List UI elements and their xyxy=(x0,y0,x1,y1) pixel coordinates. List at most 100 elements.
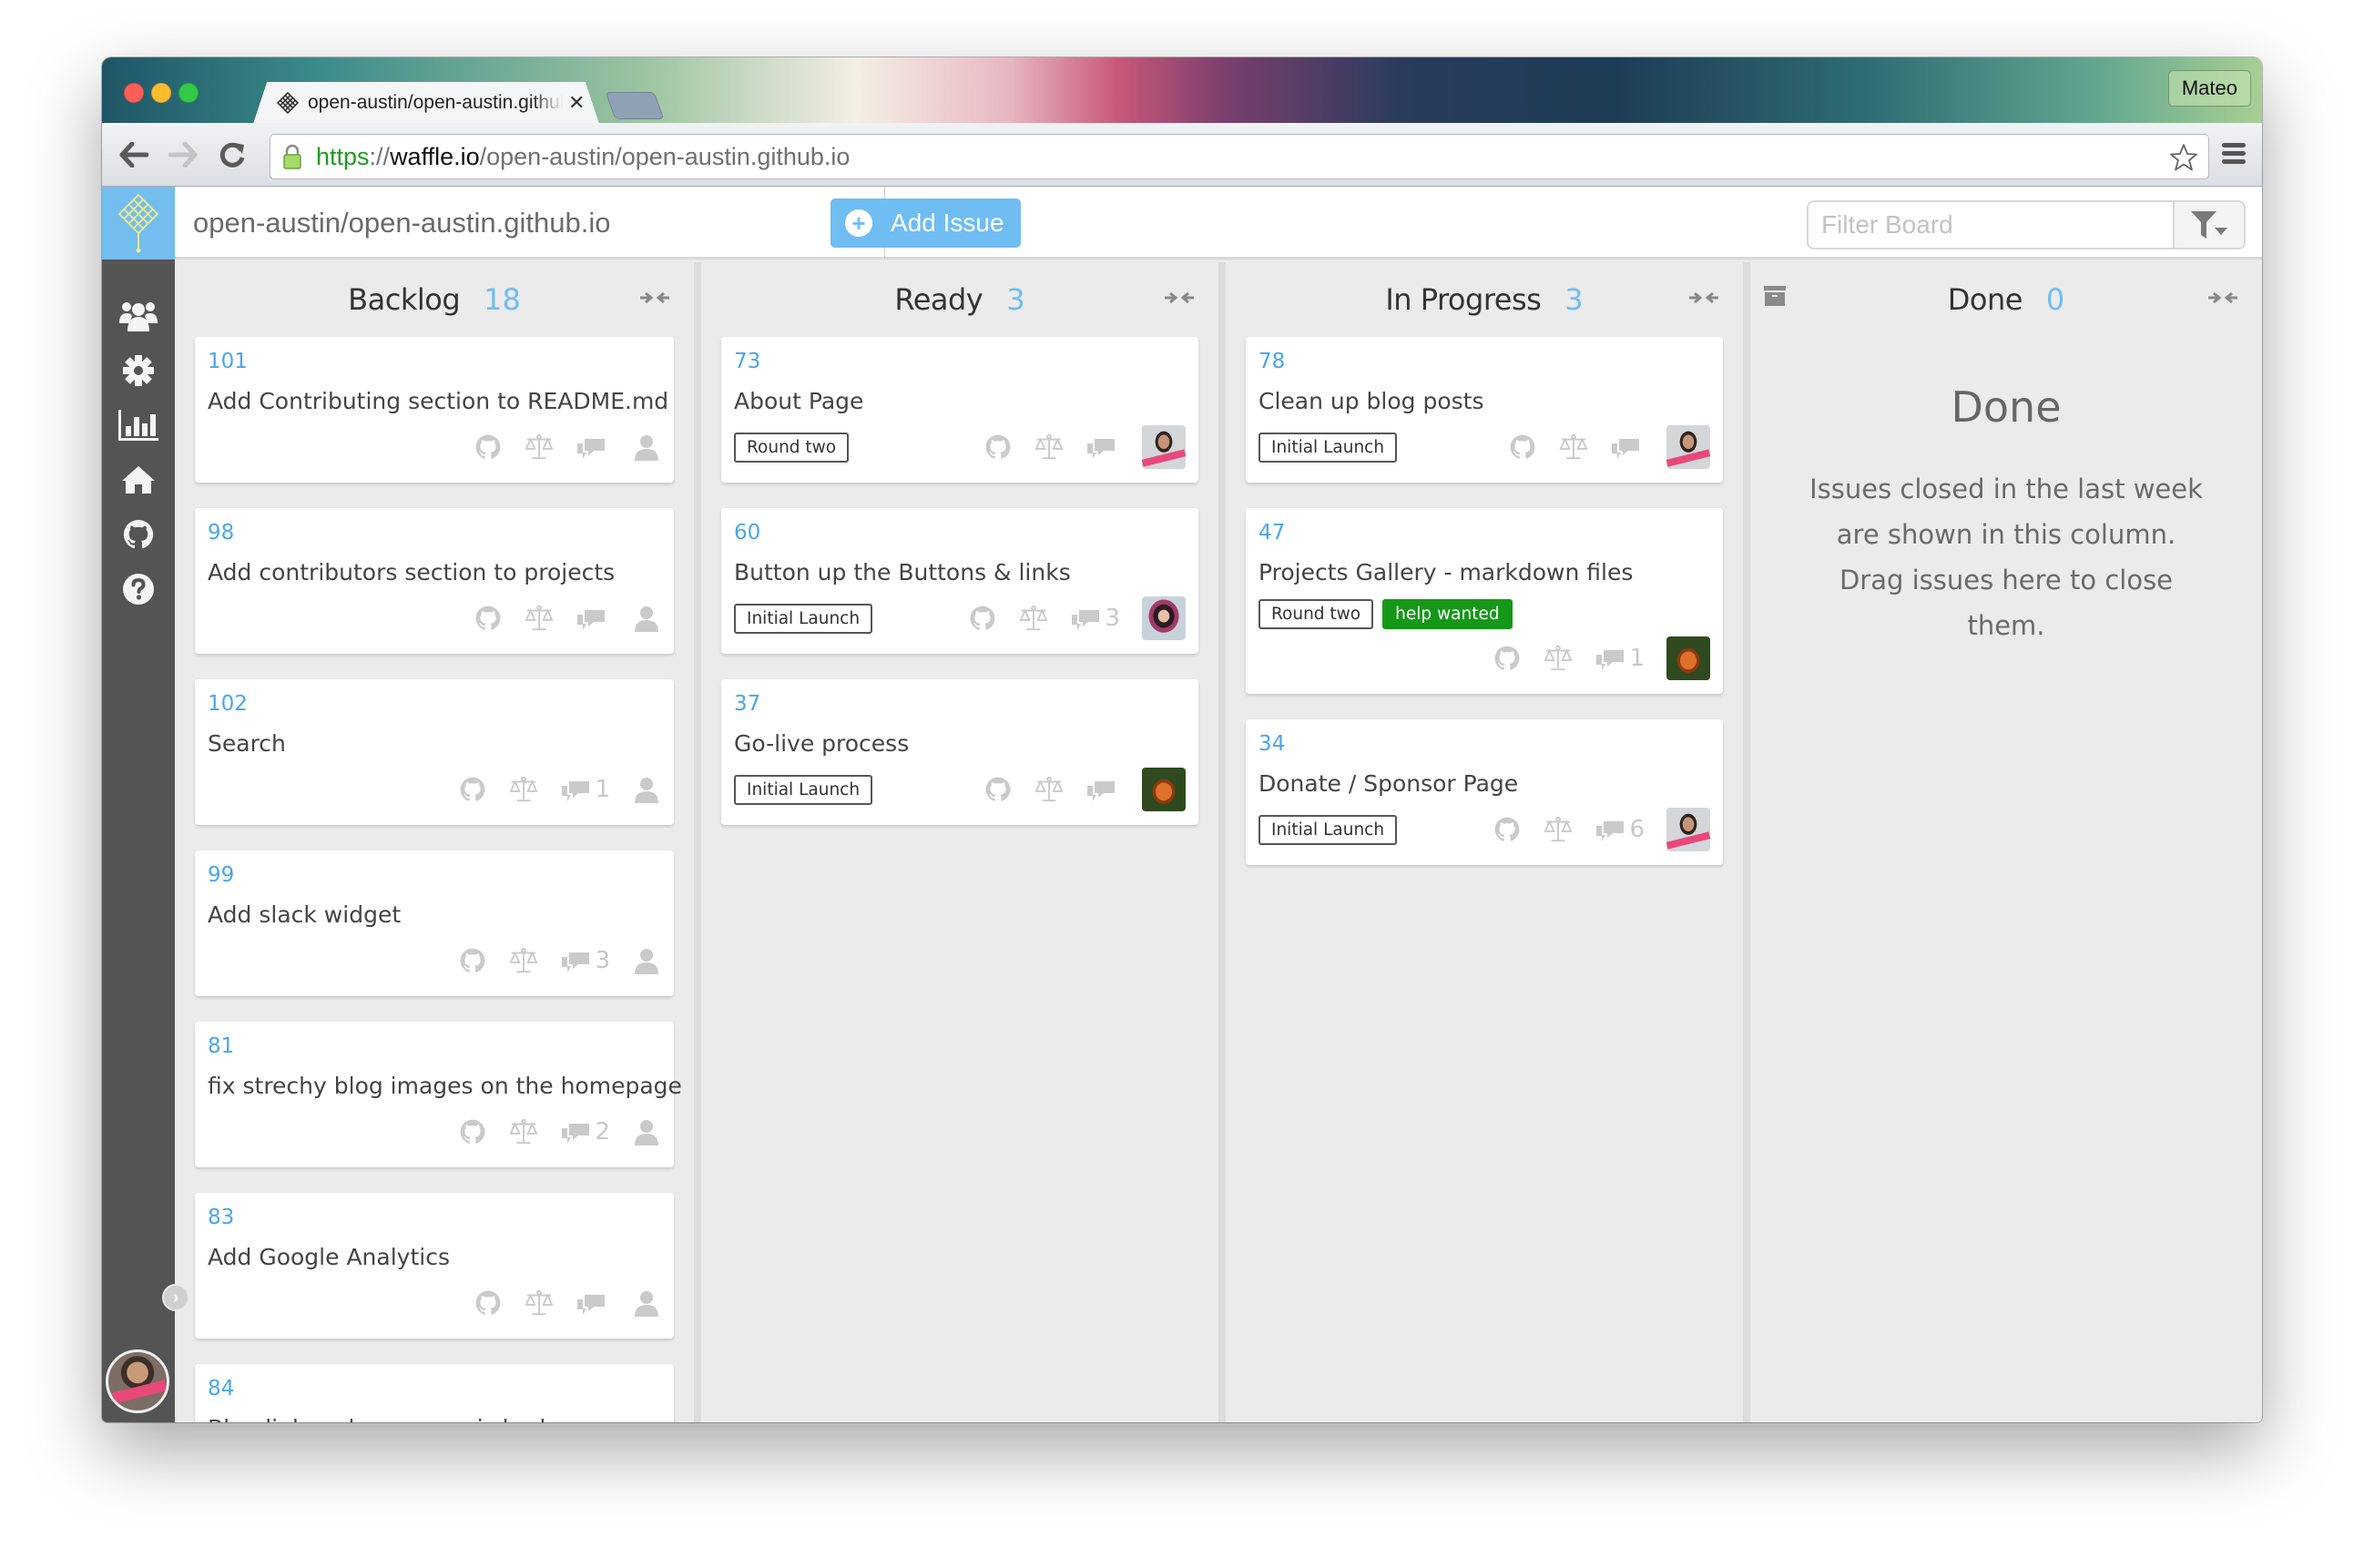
scale-estimate-icon[interactable] xyxy=(525,433,554,462)
github-icon[interactable] xyxy=(968,604,997,633)
issue-number[interactable]: 99 xyxy=(208,863,661,892)
comments[interactable]: 2 xyxy=(560,1118,610,1145)
collapse-column-icon[interactable] xyxy=(1164,290,1195,306)
filter-board-input[interactable] xyxy=(1809,202,2173,248)
scale-estimate-icon[interactable] xyxy=(509,775,539,804)
sidebar-item-settings[interactable] xyxy=(102,343,175,398)
minimize-window-button[interactable] xyxy=(151,83,171,103)
assignee-avatar[interactable] xyxy=(1666,425,1710,469)
github-icon[interactable] xyxy=(1508,433,1537,462)
archive-icon[interactable] xyxy=(1763,284,1787,308)
comments[interactable] xyxy=(1610,433,1645,461)
github-icon[interactable] xyxy=(983,775,1013,804)
scale-estimate-icon[interactable] xyxy=(1559,433,1588,462)
issue-card[interactable]: 84 Blog link on homepage is broken xyxy=(195,1364,674,1422)
assignee-avatar[interactable] xyxy=(1142,596,1186,640)
maximize-window-button[interactable] xyxy=(178,83,199,103)
issue-number[interactable]: 73 xyxy=(734,350,1186,379)
github-icon[interactable] xyxy=(458,1117,487,1146)
unassigned-user-icon[interactable] xyxy=(632,433,661,462)
expand-sidebar-chevron-icon[interactable]: › xyxy=(162,1284,189,1311)
comments[interactable]: 1 xyxy=(560,776,610,803)
close-window-button[interactable] xyxy=(124,83,144,103)
repo-selector[interactable]: open-austin/open-austin.github.io xyxy=(175,187,885,260)
issue-label[interactable]: Round two xyxy=(734,432,850,463)
scale-estimate-icon[interactable] xyxy=(1019,604,1049,633)
github-icon[interactable] xyxy=(458,775,487,804)
reload-icon[interactable] xyxy=(217,139,248,170)
sidebar-item-team[interactable] xyxy=(102,289,175,343)
assignee-avatar[interactable] xyxy=(1666,636,1710,680)
issue-label[interactable]: Initial Launch xyxy=(734,603,873,634)
issue-number[interactable]: 78 xyxy=(1258,350,1710,379)
profile-button[interactable]: Mateo xyxy=(2167,70,2251,107)
sidebar-item-help[interactable] xyxy=(102,562,175,616)
sidebar-item-github[interactable] xyxy=(102,507,175,562)
sidebar-item-metrics[interactable] xyxy=(102,398,175,453)
issue-card[interactable]: 34 Donate / Sponsor Page Initial Launch … xyxy=(1246,719,1723,865)
scale-estimate-icon[interactable] xyxy=(525,604,554,633)
tab-close-icon[interactable]: ✕ xyxy=(568,91,585,115)
issue-number[interactable]: 81 xyxy=(208,1034,661,1064)
issue-card[interactable]: 73 About Page Round two xyxy=(721,337,1198,483)
unassigned-user-icon[interactable] xyxy=(632,1288,661,1318)
user-avatar[interactable] xyxy=(106,1349,169,1413)
issue-number[interactable]: 37 xyxy=(734,692,1186,721)
browser-tab[interactable]: open-austin/open-austin.github.io ✕ xyxy=(253,82,599,124)
comments[interactable] xyxy=(576,605,610,632)
comments[interactable]: 3 xyxy=(1070,605,1120,632)
help-wanted-label[interactable]: help wanted xyxy=(1382,598,1513,629)
collapse-column-icon[interactable] xyxy=(639,290,670,306)
issue-card[interactable]: 98 Add contributors section to projects xyxy=(195,508,674,654)
github-icon[interactable] xyxy=(1493,644,1522,673)
github-icon[interactable] xyxy=(474,1288,503,1318)
comments[interactable]: 1 xyxy=(1595,645,1645,672)
scale-estimate-icon[interactable] xyxy=(525,1288,554,1318)
issue-label[interactable]: Round two xyxy=(1258,598,1374,629)
comments[interactable]: 3 xyxy=(560,947,610,974)
scale-estimate-icon[interactable] xyxy=(1544,644,1574,673)
scale-estimate-icon[interactable] xyxy=(509,1117,539,1146)
github-icon[interactable] xyxy=(474,604,503,633)
scale-estimate-icon[interactable] xyxy=(509,946,539,975)
issue-card[interactable]: 102 Search 1 xyxy=(195,679,674,825)
unassigned-user-icon[interactable] xyxy=(632,775,661,804)
github-icon[interactable] xyxy=(458,946,487,975)
sidebar-item-home[interactable] xyxy=(102,453,175,507)
comments[interactable]: 6 xyxy=(1595,816,1645,843)
issue-card[interactable]: 99 Add slack widget 3 xyxy=(195,850,674,996)
issue-number[interactable]: 101 xyxy=(208,350,661,379)
comments[interactable] xyxy=(576,1289,610,1317)
collapse-column-icon[interactable] xyxy=(1688,290,1719,306)
comments[interactable] xyxy=(576,433,610,461)
waffle-logo[interactable] xyxy=(102,187,175,260)
github-icon[interactable] xyxy=(983,433,1013,462)
scale-estimate-icon[interactable] xyxy=(1034,433,1064,462)
issue-number[interactable]: 34 xyxy=(1258,732,1710,761)
issue-card[interactable]: 47 Projects Gallery - markdown files Rou… xyxy=(1246,508,1723,694)
assignee-avatar[interactable] xyxy=(1142,425,1186,469)
comments[interactable] xyxy=(1085,433,1120,461)
browser-menu-icon[interactable] xyxy=(2222,143,2246,168)
unassigned-user-icon[interactable] xyxy=(632,604,661,633)
comments[interactable] xyxy=(1085,776,1120,803)
issue-card[interactable]: 83 Add Google Analytics xyxy=(195,1193,674,1339)
scale-estimate-icon[interactable] xyxy=(1544,815,1574,844)
issue-number[interactable]: 47 xyxy=(1258,521,1710,550)
forward-arrow-icon[interactable] xyxy=(168,139,199,170)
new-tab-button[interactable] xyxy=(605,92,665,119)
issue-card[interactable]: 60 Button up the Buttons & links Initial… xyxy=(721,508,1198,654)
issue-number[interactable]: 98 xyxy=(208,521,661,550)
back-arrow-icon[interactable] xyxy=(118,139,149,170)
address-bar[interactable]: https://waffle.io/open-austin/open-austi… xyxy=(270,134,2209,179)
issue-card[interactable]: 37 Go-live process Initial Launch xyxy=(721,679,1198,825)
github-icon[interactable] xyxy=(474,433,503,462)
issue-number[interactable]: 60 xyxy=(734,521,1186,550)
issue-number[interactable]: 83 xyxy=(208,1206,661,1235)
github-icon[interactable] xyxy=(1493,815,1522,844)
assignee-avatar[interactable] xyxy=(1666,808,1710,851)
issue-card[interactable]: 81 fix strechy blog images on the homepa… xyxy=(195,1022,682,1167)
bookmark-star-icon[interactable] xyxy=(2168,142,2199,173)
issue-label[interactable]: Initial Launch xyxy=(1258,814,1398,845)
issue-number[interactable]: 84 xyxy=(208,1377,661,1406)
